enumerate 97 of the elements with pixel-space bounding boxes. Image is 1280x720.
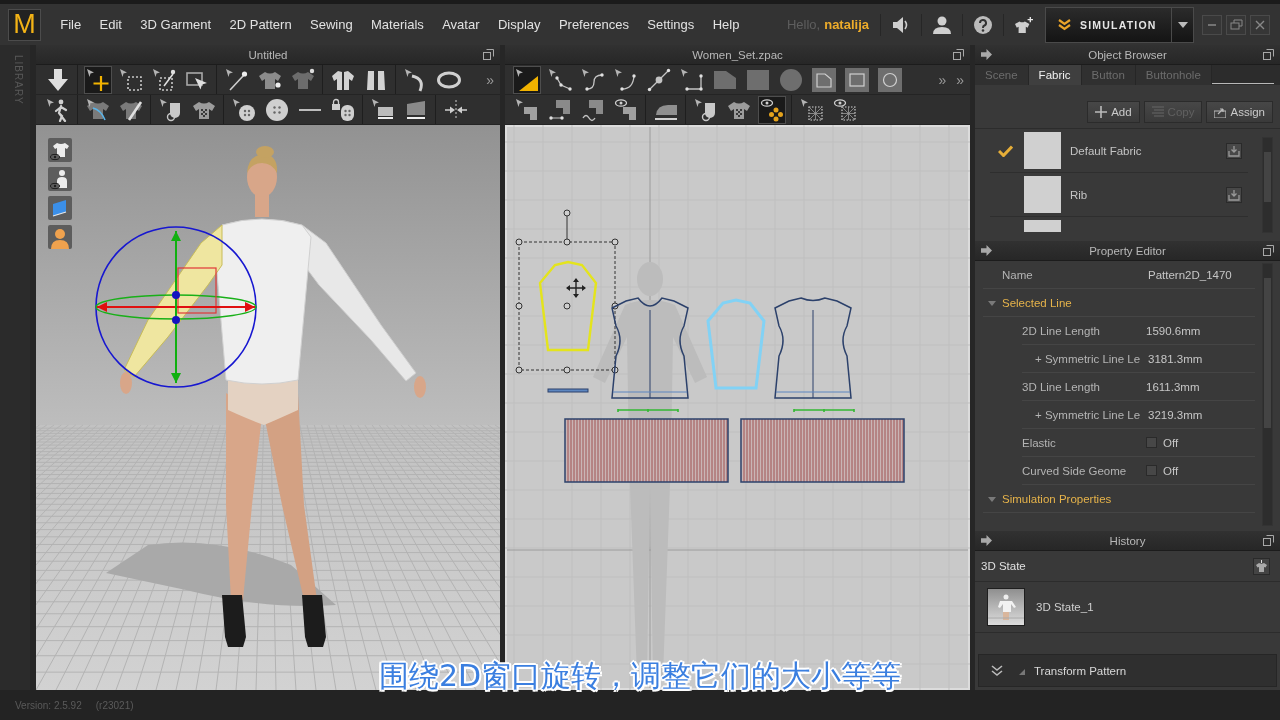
panel-title: Property Editor [1089, 244, 1166, 257]
tray-arrow-icon [1214, 106, 1227, 118]
user-icon[interactable] [933, 15, 951, 34]
fabric-swatch[interactable] [1024, 220, 1061, 232]
undock-icon[interactable] [483, 49, 494, 60]
property-label: 3D Line Length [1022, 380, 1101, 393]
menu-item[interactable]: Avatar [432, 17, 489, 32]
transform-box[interactable] [515, 209, 619, 374]
more-tools-button[interactable]: » [484, 71, 496, 88]
property-value: 3219.3mm [1148, 408, 1203, 421]
avatar-bust-icon[interactable] [48, 225, 72, 249]
undock-icon[interactable] [1263, 535, 1274, 546]
restore-icon[interactable] [1226, 14, 1246, 35]
menu-item[interactable]: Sewing [300, 17, 362, 32]
property-label: + Symmetric Line Le [1034, 408, 1142, 421]
fabric-swatch[interactable] [1024, 176, 1061, 213]
fabric-name[interactable]: Rib [1070, 188, 1226, 201]
arrow-right-icon[interactable] [981, 245, 992, 256]
user-name: natalija [824, 17, 869, 32]
add-button[interactable]: Add [1087, 101, 1140, 123]
arrow-right-icon[interactable] [981, 535, 992, 546]
close-icon[interactable] [1250, 14, 1270, 35]
app-logo: M [8, 8, 41, 41]
move-cursor-icon [566, 278, 586, 298]
figure-eye-icon[interactable] [48, 167, 72, 191]
history-state[interactable]: 3D State_1 [1036, 601, 1094, 613]
menu-item[interactable]: Display [488, 17, 550, 32]
section-title[interactable]: Selected Line [1002, 296, 1072, 309]
undock-icon[interactable] [953, 49, 964, 60]
panel-title: Women_Set.zpac [692, 48, 783, 61]
shirt-tile-icon[interactable] [1253, 557, 1270, 575]
double-chevron-icon[interactable] [991, 664, 1003, 677]
tab[interactable]: Fabric [1028, 65, 1082, 85]
property-value: Off [1163, 464, 1179, 477]
property-label: 2D Line Length [1022, 324, 1101, 337]
undock-icon[interactable] [1263, 49, 1274, 60]
property-value: 1590.6mm [1146, 324, 1201, 337]
panel-title: Untitled [248, 48, 288, 61]
triangle-down-icon[interactable] [988, 494, 996, 503]
sleeve-pattern[interactable] [538, 260, 598, 352]
fabric-item[interactable]: Default Fabric [990, 129, 1248, 173]
arrow-right-icon[interactable] [981, 49, 992, 60]
property-label: + Symmetric Line Le [1034, 352, 1142, 365]
section-title[interactable]: Simulation Properties [1002, 492, 1112, 505]
menu-item[interactable]: File [51, 17, 91, 32]
more-tools-button[interactable]: » [954, 71, 966, 88]
menu-item[interactable]: Edit [90, 17, 132, 32]
menu-item[interactable]: 2D Pattern [220, 17, 301, 32]
back-bodice-pattern[interactable] [774, 297, 852, 399]
minimize-icon[interactable] [1202, 14, 1222, 35]
checkbox[interactable] [1146, 465, 1157, 476]
panel-title: Object Browser [1088, 48, 1167, 61]
thumbnail-drawing[interactable] [987, 588, 1025, 626]
lines-icon [1151, 106, 1164, 118]
help-icon[interactable] [974, 15, 992, 34]
dropdown-button[interactable] [1172, 6, 1194, 43]
undock-icon[interactable] [1263, 245, 1274, 256]
property-label: Curved Side Geome [1022, 464, 1128, 477]
assign-button[interactable]: Assign [1206, 101, 1273, 123]
property-value: Off [1163, 436, 1179, 449]
framed-notched-icon[interactable] [810, 65, 838, 94]
property-label: Elastic [1022, 436, 1057, 449]
rib-pattern[interactable] [564, 408, 729, 483]
speaker-icon[interactable] [892, 15, 910, 34]
rotation-gizmo[interactable] [95, 226, 257, 388]
cursor-plus-icon[interactable] [84, 65, 112, 94]
double-chevron-icon [1058, 18, 1071, 31]
caret-down-icon [1177, 21, 1188, 28]
property-value: Pattern2D_1470 [1148, 268, 1232, 281]
fabric-item[interactable]: Rib [990, 173, 1248, 217]
shirt-plus-icon[interactable] [1015, 15, 1033, 34]
menu-item[interactable]: 3D Garment [131, 17, 221, 32]
mannequin-drawing[interactable] [120, 146, 426, 647]
menu-item[interactable]: Settings [638, 17, 704, 32]
menu-item[interactable]: Preferences [549, 17, 639, 32]
checkbox[interactable] [1146, 437, 1157, 448]
framed-square-icon[interactable] [843, 65, 871, 94]
fabric-name[interactable]: Default Fabric [1070, 144, 1226, 157]
corner-triangle-icon [1019, 669, 1025, 675]
front-bodice-pattern[interactable] [611, 297, 689, 399]
menu-item[interactable]: Help [703, 17, 749, 32]
eye-dots-icon[interactable] [758, 95, 786, 124]
property-value: 3181.3mm [1148, 352, 1203, 365]
tool-panel-title: Transform Pattern [1034, 664, 1127, 677]
shirt-eye-icon[interactable] [48, 138, 72, 162]
plus-icon [1095, 106, 1108, 118]
more-tools-button[interactable]: » [936, 71, 949, 88]
panel-title: History [1109, 534, 1146, 547]
fabric-swatch[interactable] [1024, 132, 1061, 169]
rib-pattern[interactable] [740, 408, 905, 483]
sheet-icon[interactable] [48, 196, 72, 220]
triangle-down-icon[interactable] [988, 298, 996, 307]
simulation-button[interactable]: SIMULATION [1045, 6, 1172, 43]
menu-item[interactable]: Materials [361, 17, 433, 32]
property-value: 1611.3mm [1146, 380, 1200, 393]
history-group-label: 3D State [981, 560, 1026, 572]
property-label: Name [1001, 268, 1034, 281]
